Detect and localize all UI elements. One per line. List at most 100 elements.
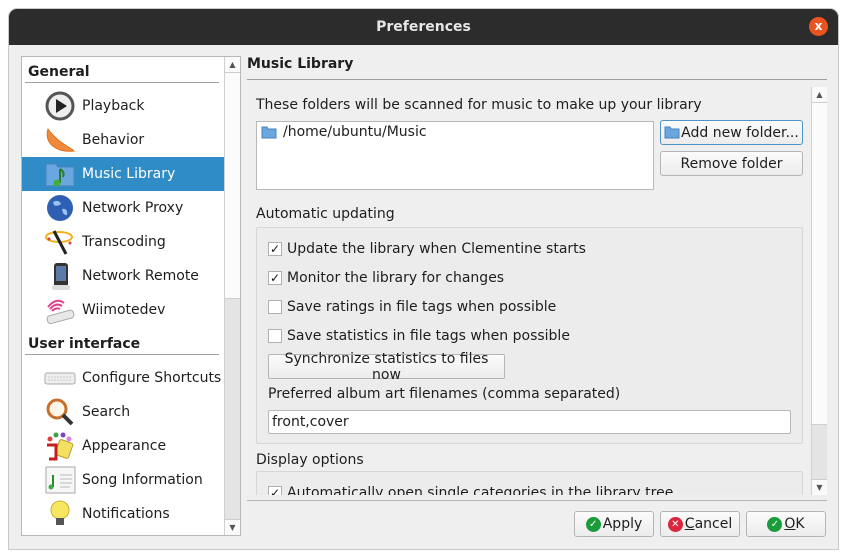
settings-scrollbar[interactable]: ▲ ▼ bbox=[811, 87, 827, 495]
folder-icon bbox=[261, 126, 277, 139]
display-options-title: Display options bbox=[256, 452, 364, 468]
title-divider bbox=[247, 79, 827, 80]
sidebar: General Playback Behavior Music Library bbox=[21, 56, 241, 536]
display-options-group: ✓ Automatically open single categories i… bbox=[256, 471, 803, 495]
song-info-icon bbox=[44, 465, 76, 495]
add-folder-label: Add new folder... bbox=[681, 124, 799, 141]
close-button[interactable]: x bbox=[809, 17, 828, 36]
scroll-down-icon[interactable]: ▼ bbox=[225, 519, 240, 535]
settings-scroll-thumb[interactable] bbox=[812, 103, 827, 425]
music-folder-icon bbox=[44, 159, 76, 189]
cancel-button[interactable]: ✕ Cancel bbox=[660, 511, 740, 537]
scroll-up-icon[interactable]: ▲ bbox=[812, 87, 827, 103]
option-label: Monitor the library for changes bbox=[287, 270, 505, 286]
keyboard-icon bbox=[44, 363, 76, 393]
option-label: Update the library when Clementine start… bbox=[287, 241, 586, 257]
option-save-statistics[interactable]: Save statistics in file tags when possib… bbox=[268, 328, 570, 344]
remove-folder-button[interactable]: Remove folder bbox=[660, 151, 803, 176]
sidebar-item-configure-shortcuts[interactable]: Configure Shortcuts bbox=[22, 361, 225, 395]
sidebar-item-label: Search bbox=[82, 404, 131, 420]
folder-item[interactable]: /home/ubuntu/Music bbox=[257, 122, 653, 142]
cancel-icon: ✕ bbox=[667, 516, 683, 532]
sidebar-item-label: Music Library bbox=[82, 166, 176, 182]
album-art-label: Preferred album art filenames (comma sep… bbox=[268, 386, 621, 402]
sidebar-group-user-interface: User interface bbox=[25, 329, 219, 355]
window-title: Preferences bbox=[376, 19, 471, 35]
sidebar-item-label: Network Proxy bbox=[82, 200, 184, 216]
sidebar-item-label: Transcoding bbox=[82, 234, 166, 250]
lightbulb-icon bbox=[44, 499, 76, 529]
sidebar-item-search[interactable]: Search bbox=[22, 395, 225, 429]
sidebar-item-notifications[interactable]: Notifications bbox=[22, 497, 225, 531]
magic-wand-icon bbox=[44, 227, 76, 257]
sidebar-item-wiimotedev[interactable]: Wiimotedev bbox=[22, 293, 225, 327]
title-bar: Preferences x bbox=[9, 9, 838, 45]
sidebar-item-label: Wiimotedev bbox=[82, 302, 166, 318]
sidebar-item-label: Behavior bbox=[82, 132, 145, 148]
sidebar-item-label: Appearance bbox=[82, 438, 167, 454]
checkbox[interactable] bbox=[268, 300, 282, 314]
ok-label: K bbox=[795, 516, 805, 532]
sidebar-item-label: Configure Shortcuts bbox=[82, 370, 222, 386]
album-art-input[interactable]: front,cover bbox=[268, 410, 791, 434]
checkbox[interactable]: ✓ bbox=[268, 486, 282, 495]
sync-statistics-button[interactable]: Synchronize statistics to files now bbox=[268, 351, 505, 383]
phone-icon bbox=[44, 261, 76, 291]
scroll-down-icon[interactable]: ▼ bbox=[812, 479, 827, 495]
check-icon: ✓ bbox=[585, 516, 601, 532]
sidebar-item-appearance[interactable]: Appearance bbox=[22, 429, 225, 463]
option-monitor-changes[interactable]: ✓ Monitor the library for changes bbox=[268, 270, 504, 286]
folder-path: /home/ubuntu/Music bbox=[283, 124, 427, 140]
auto-update-group: ✓ Update the library when Clementine sta… bbox=[256, 227, 803, 444]
sidebar-item-behavior[interactable]: Behavior bbox=[22, 123, 225, 157]
ok-mnemonic: O bbox=[784, 516, 796, 532]
folder-list[interactable]: /home/ubuntu/Music bbox=[256, 121, 654, 190]
footer-divider bbox=[247, 500, 827, 501]
playback-icon bbox=[44, 91, 76, 121]
ok-button[interactable]: ✓ OK bbox=[746, 511, 826, 537]
globe-icon bbox=[44, 193, 76, 223]
checkbox[interactable]: ✓ bbox=[268, 271, 282, 285]
sidebar-list: General Playback Behavior Music Library bbox=[22, 57, 225, 535]
option-label: Save ratings in file tags when possible bbox=[287, 299, 557, 315]
option-label: Automatically open single categories in … bbox=[287, 485, 674, 495]
folders-label: These folders will be scanned for music … bbox=[256, 97, 702, 113]
checkbox[interactable]: ✓ bbox=[268, 242, 282, 256]
sidebar-item-label: Notifications bbox=[82, 506, 170, 522]
apply-label: Apply bbox=[602, 516, 643, 532]
settings-scroll-area: These folders will be scanned for music … bbox=[247, 87, 827, 495]
wiimote-icon bbox=[44, 295, 76, 325]
option-save-ratings[interactable]: Save ratings in file tags when possible bbox=[268, 299, 556, 315]
sidebar-scroll-thumb[interactable] bbox=[225, 73, 240, 299]
cancel-label: ancel bbox=[694, 516, 733, 532]
cancel-mnemonic: C bbox=[684, 516, 695, 532]
sync-statistics-label: Synchronize statistics to files now bbox=[284, 350, 489, 383]
sidebar-scrollbar[interactable]: ▲ ▼ bbox=[224, 57, 240, 535]
sidebar-item-playback[interactable]: Playback bbox=[22, 89, 225, 123]
sidebar-item-transcoding[interactable]: Transcoding bbox=[22, 225, 225, 259]
page-title: Music Library bbox=[247, 56, 354, 72]
check-icon: ✓ bbox=[767, 516, 783, 532]
option-label: Save statistics in file tags when possib… bbox=[287, 328, 570, 344]
apply-button[interactable]: ✓ Apply bbox=[574, 511, 654, 537]
folder-icon bbox=[664, 126, 680, 139]
close-icon: x bbox=[814, 19, 823, 33]
sidebar-item-label: Network Remote bbox=[82, 268, 199, 284]
preferences-window: Preferences x General Playback Behavior bbox=[9, 9, 838, 549]
checkbox[interactable] bbox=[268, 329, 282, 343]
sidebar-item-label: Song Information bbox=[82, 472, 203, 488]
sidebar-item-song-information[interactable]: Song Information bbox=[22, 463, 225, 497]
sidebar-item-music-library[interactable]: Music Library bbox=[22, 157, 225, 191]
sidebar-item-network-proxy[interactable]: Network Proxy bbox=[22, 191, 225, 225]
magnifier-icon bbox=[44, 397, 76, 427]
clementine-icon bbox=[44, 125, 76, 155]
option-update-on-start[interactable]: ✓ Update the library when Clementine sta… bbox=[268, 241, 586, 257]
sidebar-item-network-remote[interactable]: Network Remote bbox=[22, 259, 225, 293]
sidebar-group-general: General bbox=[25, 57, 219, 83]
option-auto-open-categories[interactable]: ✓ Automatically open single categories i… bbox=[268, 485, 673, 495]
scroll-up-icon[interactable]: ▲ bbox=[225, 57, 240, 73]
auto-update-title: Automatic updating bbox=[256, 206, 395, 222]
add-folder-button[interactable]: Add new folder... bbox=[660, 120, 803, 145]
paint-icon bbox=[44, 431, 76, 461]
remove-folder-label: Remove folder bbox=[680, 155, 783, 172]
